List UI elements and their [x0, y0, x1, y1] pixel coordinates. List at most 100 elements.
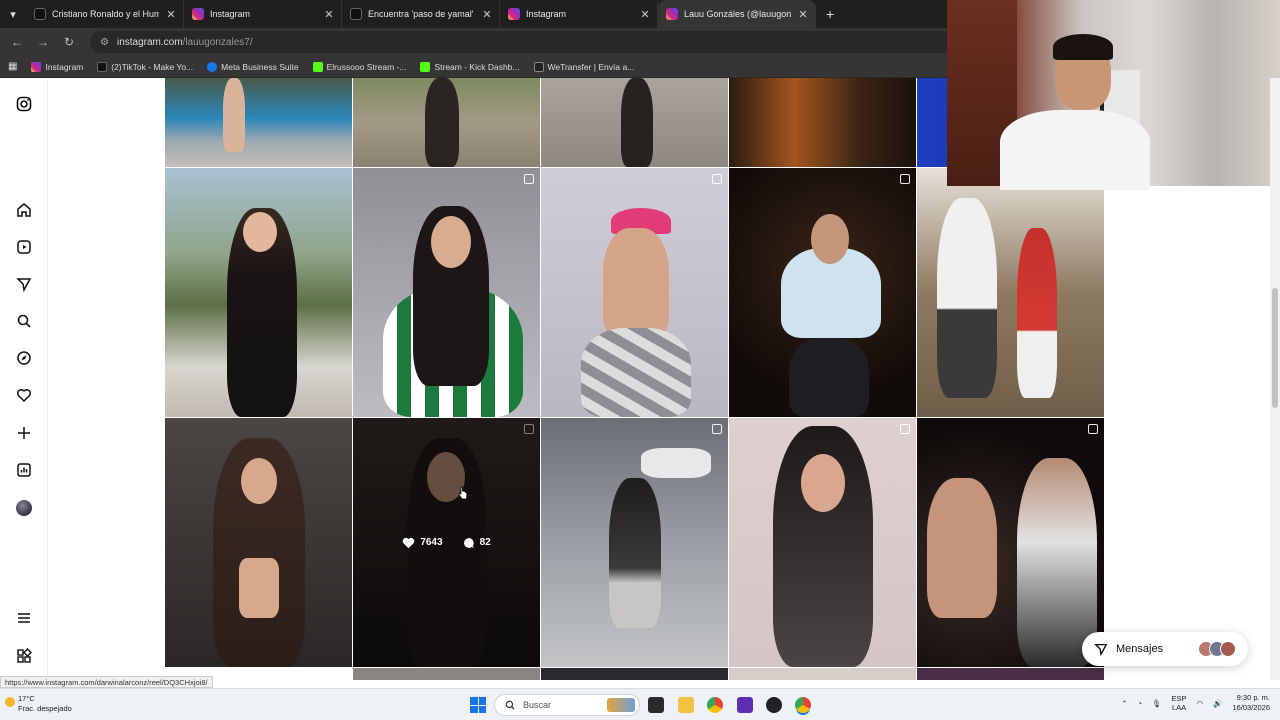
comments-count: 82	[479, 537, 491, 548]
back-icon[interactable]: ←	[8, 35, 26, 49]
bookmark-item[interactable]: Elrussooo Stream -...	[312, 61, 406, 72]
close-icon[interactable]: ✕	[797, 8, 809, 21]
post-thumbnail[interactable]	[353, 78, 540, 167]
chrome-active-icon[interactable]	[795, 697, 811, 713]
post-thumbnail[interactable]	[917, 168, 1104, 417]
chrome-icon[interactable]	[707, 697, 723, 713]
browser-tab-active[interactable]: Lauu Gonzáles (@lauugonzale ✕	[658, 0, 816, 28]
post-thumbnail[interactable]	[917, 668, 1104, 680]
instagram-icon	[666, 8, 678, 20]
new-tab-icon[interactable]: +	[816, 6, 844, 22]
tab-title: Cristiano Ronaldo y el Humor e	[52, 9, 159, 19]
apps-icon[interactable]: ▦	[8, 61, 17, 72]
weather-widget[interactable]: 17°C Frac. despejado	[5, 694, 72, 714]
reload-icon[interactable]: ↻	[60, 35, 78, 49]
tab-search-icon[interactable]: ▾	[0, 0, 26, 28]
bookmark-label: Meta Business Suite	[221, 61, 299, 72]
page-scrollbar[interactable]	[1270, 78, 1280, 680]
post-thumbnail[interactable]	[541, 418, 728, 667]
file-explorer-icon[interactable]	[678, 697, 694, 713]
scrollbar-thumb[interactable]	[1272, 288, 1278, 408]
bookmark-label: Stream - Kick Dashb...	[434, 61, 520, 72]
likes-count: 7643	[420, 537, 443, 548]
bookmark-item[interactable]: (2)TikTok - Make Yo...	[97, 61, 193, 72]
wifi-icon[interactable]: ◠	[1197, 699, 1204, 708]
bookmark-item[interactable]: Stream - Kick Dashb...	[420, 61, 520, 72]
post-thumbnail[interactable]	[729, 78, 916, 167]
weather-desc: Frac. despejado	[18, 704, 72, 713]
tab-title: Instagram	[210, 9, 251, 19]
create-plus-icon[interactable]	[15, 425, 33, 443]
terminal-app-icon[interactable]	[648, 697, 664, 713]
url-host: instagram.com	[116, 36, 183, 48]
kick-icon	[420, 61, 431, 72]
dashboard-chart-icon[interactable]	[15, 462, 33, 480]
post-thumbnail[interactable]	[165, 418, 352, 667]
close-icon[interactable]: ✕	[481, 8, 493, 21]
notifications-heart-icon[interactable]	[15, 387, 33, 405]
clock-date: 16/03/2026	[1232, 703, 1270, 712]
reels-icon[interactable]	[15, 239, 33, 257]
also-from-meta-icon[interactable]	[15, 647, 33, 666]
post-thumbnail[interactable]	[541, 168, 728, 417]
app-icon[interactable]	[737, 697, 753, 713]
tiktok-icon	[350, 8, 362, 20]
bookmark-item[interactable]: Meta Business Suite	[207, 61, 299, 72]
post-thumbnail[interactable]	[165, 168, 352, 417]
site-info-icon[interactable]: ⚙	[100, 37, 109, 48]
instagram-icon	[508, 8, 520, 20]
browser-tab[interactable]: Encuentra 'paso de yamal' en T ✕	[342, 0, 500, 28]
instagram-logo-icon[interactable]	[15, 96, 33, 114]
url-path: /lauugonzales7/	[182, 36, 253, 48]
clock-time: 9:30 p. m.	[1236, 693, 1270, 702]
post-thumbnail[interactable]	[353, 168, 540, 417]
meta-icon	[207, 61, 218, 72]
bookmark-item[interactable]: WeTransfer | Envía a...	[533, 61, 634, 72]
microphone-icon[interactable]: 🎙	[1152, 699, 1162, 708]
comments-stat: 82	[463, 537, 491, 549]
post-thumbnail-hovered[interactable]: 7643 82	[353, 418, 540, 667]
windows-taskbar: 17°C Frac. despejado Buscar ⌃ ◔ 🎙 ESP LA…	[0, 688, 1280, 720]
obs-icon[interactable]	[766, 697, 782, 713]
avatar	[1220, 641, 1236, 657]
browser-tab[interactable]: Instagram ✕	[500, 0, 658, 28]
clock[interactable]: 9:30 p. m. 16/03/2026	[1232, 693, 1270, 713]
post-hover-overlay[interactable]: 7643 82	[353, 418, 540, 667]
volume-icon[interactable]: 🔊	[1213, 699, 1222, 708]
instagram-sidebar	[0, 78, 48, 678]
forward-icon[interactable]: →	[34, 35, 52, 49]
browser-tab[interactable]: Instagram ✕	[184, 0, 342, 28]
sun-icon	[5, 697, 15, 707]
explore-compass-icon[interactable]	[15, 350, 33, 368]
close-icon[interactable]: ✕	[323, 8, 335, 21]
profile-avatar[interactable]	[16, 500, 32, 516]
close-icon[interactable]: ✕	[165, 8, 177, 21]
post-thumbnail[interactable]	[729, 168, 916, 417]
likes-stat: 7643	[402, 537, 443, 549]
post-thumbnail[interactable]	[729, 668, 916, 680]
chevron-up-icon[interactable]: ⌃	[1121, 699, 1127, 708]
browser-tab[interactable]: Cristiano Ronaldo y el Humor e ✕	[26, 0, 184, 28]
tiktok-icon	[34, 8, 46, 20]
home-icon[interactable]	[15, 202, 33, 220]
direct-send-icon[interactable]	[15, 276, 33, 294]
taskbar-search[interactable]: Buscar	[494, 694, 640, 716]
tab-title: Lauu Gonzáles (@lauugonzale	[684, 9, 791, 19]
post-thumbnail[interactable]	[729, 418, 916, 667]
post-thumbnail[interactable]	[541, 668, 728, 680]
windows-start-icon[interactable]	[470, 697, 486, 713]
post-thumbnail[interactable]	[917, 418, 1104, 667]
messages-button[interactable]: Mensajes	[1082, 632, 1248, 666]
carousel-icon	[524, 174, 534, 184]
network-icon[interactable]: ◔	[1137, 699, 1142, 708]
language-indicator[interactable]: ESP LAA	[1172, 694, 1187, 712]
more-menu-icon[interactable]	[15, 610, 33, 628]
post-thumbnail[interactable]	[165, 78, 352, 167]
search-icon[interactable]	[15, 313, 33, 331]
wetransfer-icon	[533, 61, 544, 72]
close-icon[interactable]: ✕	[639, 8, 651, 21]
reel-icon	[1088, 424, 1098, 434]
bookmark-item[interactable]: Instagram	[31, 61, 83, 72]
post-thumbnail[interactable]	[541, 78, 728, 167]
post-thumbnail[interactable]	[353, 668, 540, 680]
